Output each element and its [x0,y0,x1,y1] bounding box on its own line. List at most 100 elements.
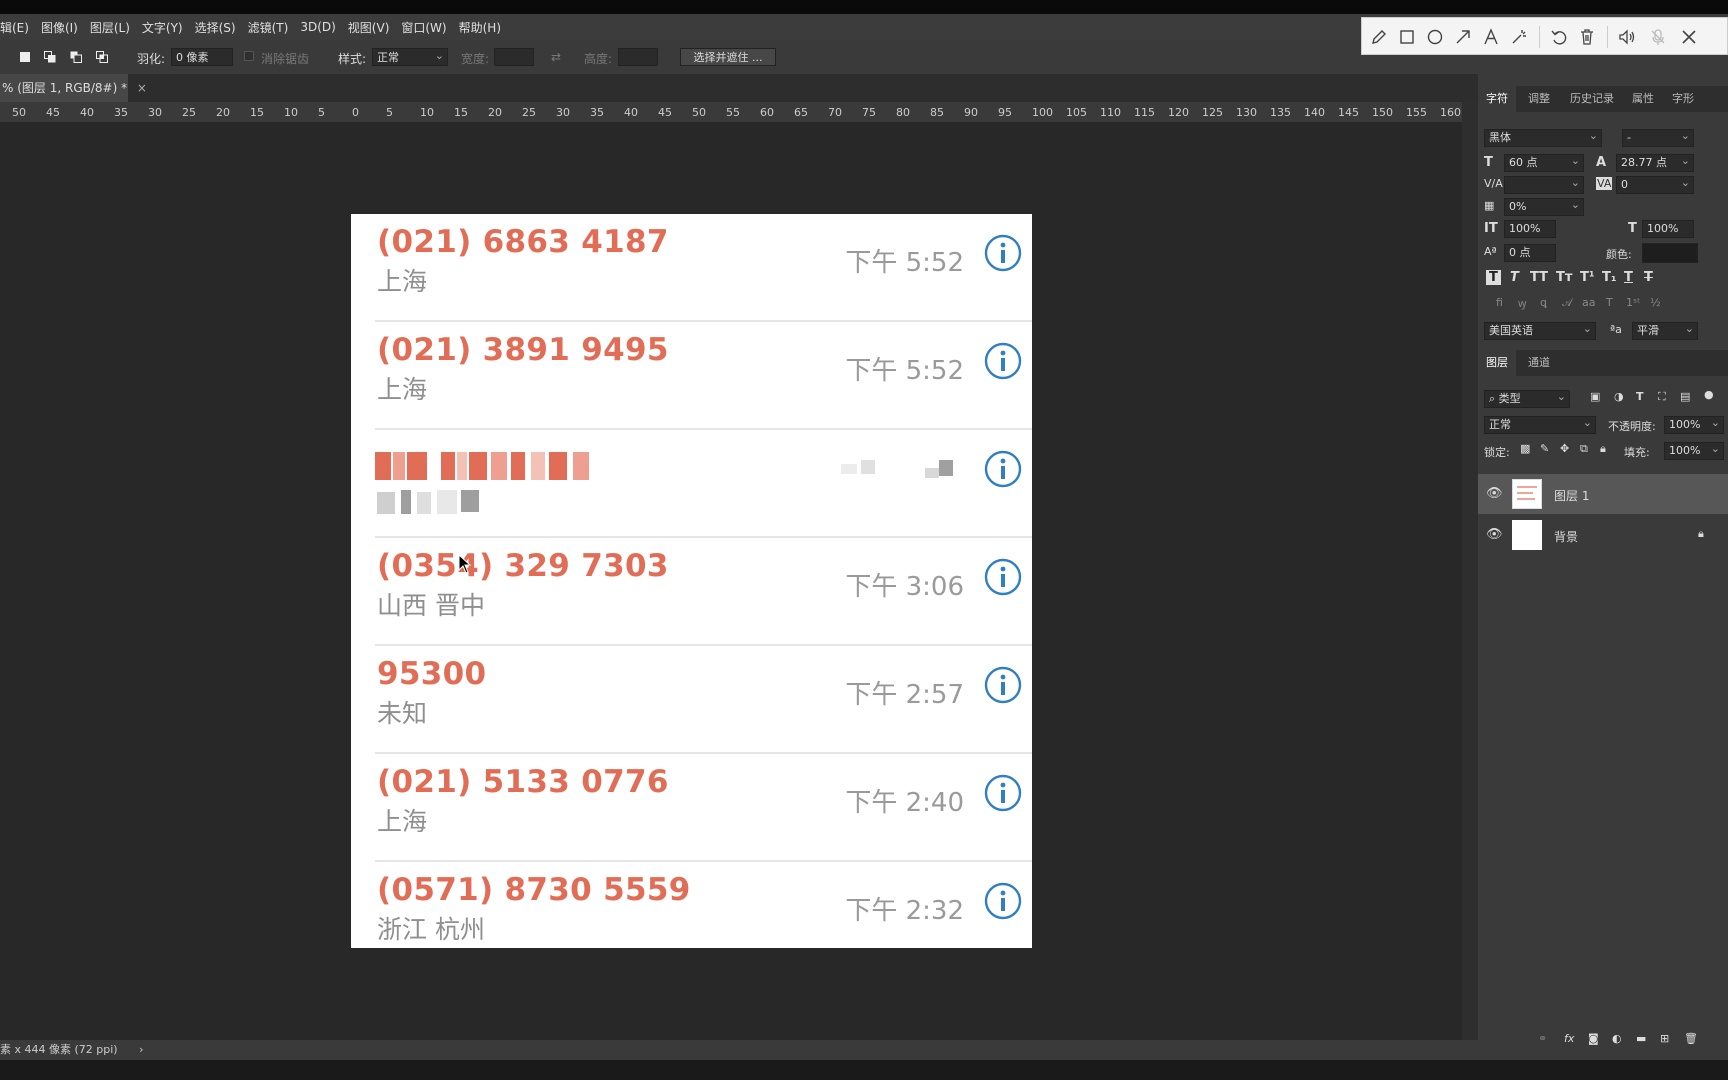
ordinals-icon[interactable]: T [1606,296,1613,309]
menu-3d[interactable]: 3D(D) [300,20,335,34]
link-layers-icon[interactable]: ⚭ [1538,1032,1547,1045]
layer-filter-dropdown[interactable]: ⌕ 类型 [1484,389,1570,408]
menu-view[interactable]: 视图(V) [348,19,390,36]
height-input[interactable] [618,48,658,66]
new-adjustment-icon[interactable]: ◐ [1612,1032,1622,1045]
tab-close-icon[interactable]: × [137,81,147,95]
menu-edit[interactable]: 辑(E) [0,19,29,36]
tab-history[interactable]: 历史记录 [1564,86,1620,112]
menu-layer[interactable]: 图层(L) [90,19,130,36]
filter-toggle-icon[interactable]: ● [1704,388,1714,401]
menu-help[interactable]: 帮助(H) [459,19,501,36]
fx-icon[interactable]: fx [1564,1032,1574,1045]
antialias-checkbox[interactable] [244,51,254,61]
call-list-item[interactable]: (0354) 329 7303 山西 晋中 下午 3:06 [351,538,1032,646]
add-selection-icon[interactable] [44,51,56,63]
call-list-item[interactable]: (021) 3891 9495 上海 下午 5:52 [351,322,1032,430]
delete-layer-icon[interactable]: 🗑︎ [1684,1032,1698,1045]
swap-icon[interactable]: ⇄ [551,50,561,64]
trash-icon[interactable] [1578,28,1596,46]
undo-icon[interactable] [1550,28,1568,46]
info-icon[interactable] [984,450,1022,488]
tab-character[interactable]: 字符 [1478,86,1516,112]
type-filter-icon[interactable]: T [1636,390,1644,403]
menu-window[interactable]: 窗口(W) [401,19,446,36]
shape-filter-icon[interactable]: ⛶ [1658,390,1666,404]
font-style-dropdown[interactable]: - [1622,128,1694,147]
feather-input[interactable]: 0 像素 [171,48,233,66]
info-icon[interactable] [984,774,1022,812]
call-list-item[interactable]: (021) 5133 0776 上海 下午 2:40 [351,754,1032,862]
call-list-item[interactable] [351,430,1032,538]
speaker-icon[interactable] [1618,28,1636,46]
swash-icon[interactable]: ꝗ [1540,296,1547,309]
call-list-item[interactable]: (0571) 8730 5559 浙江 杭州 下午 2:32 [351,862,1032,948]
image-filter-icon[interactable]: ▣ [1590,390,1600,403]
leading-input[interactable]: 28.77 点 [1616,153,1694,172]
lock-all-icon[interactable]: 🔒︎ [1600,442,1606,456]
new-group-icon[interactable]: ▬ [1636,1032,1646,1045]
layer-row-background[interactable]: 👁︎ 背景 🔒︎ [1478,515,1728,555]
new-selection-icon[interactable] [19,51,31,63]
subtract-selection-icon[interactable] [70,51,82,63]
discretionary-ligature-icon[interactable]: ꝡ [1518,296,1527,311]
add-mask-icon[interactable]: ◙ [1588,1032,1599,1045]
microphone-off-icon[interactable] [1649,28,1667,46]
select-and-mask-button[interactable]: 选择并遮住 ... [680,48,776,66]
small-caps-icon[interactable]: Tт [1556,270,1572,285]
document-tab[interactable]: % (图层 1, RGB/8#) * × [0,74,147,102]
lock-pixels-icon[interactable]: ✎ [1540,442,1549,455]
visibility-eye-icon[interactable]: 👁︎ [1486,486,1503,501]
info-icon[interactable] [984,666,1022,704]
superscript-icon[interactable]: T¹ [1580,270,1595,285]
rectangle-icon[interactable] [1398,28,1416,46]
tab-properties[interactable]: 属性 [1626,86,1660,112]
kerning-input[interactable] [1504,175,1584,194]
menu-select[interactable]: 选择(S) [195,19,236,36]
font-family-dropdown[interactable]: 黑体 [1484,128,1602,147]
titling-alternates-icon[interactable]: aa [1582,296,1595,309]
adjustment-filter-icon[interactable]: ◑ [1614,390,1624,403]
text-color-swatch[interactable] [1642,243,1698,263]
all-caps-icon[interactable]: TT [1530,270,1548,285]
antialias-dropdown[interactable]: 平滑 [1632,321,1698,340]
arrow-icon[interactable] [1454,28,1472,46]
tab-glyphs[interactable]: 字形 [1666,86,1700,112]
new-layer-icon[interactable]: ⊞ [1660,1032,1669,1045]
faux-italic-icon[interactable]: T [1510,270,1519,285]
tab-adjustments[interactable]: 调整 [1522,86,1556,112]
blend-mode-dropdown[interactable]: 正常 [1484,415,1596,434]
strikethrough-icon[interactable]: T [1644,270,1653,285]
document-image[interactable]: (021) 6863 4187 上海 下午 5:52 (021) 3891 9495 上… [351,214,1032,948]
style-dropdown[interactable]: 正常 [372,47,448,66]
info-icon[interactable] [984,234,1022,272]
lock-transparency-icon[interactable]: ▩ [1520,442,1530,455]
tracking-input[interactable]: 0 [1616,175,1694,194]
status-arrow-icon[interactable]: › [139,1043,143,1056]
tsume-input[interactable]: 0% [1504,197,1584,216]
fractions-icon[interactable]: ½ [1650,296,1661,309]
visibility-eye-icon[interactable]: 👁︎ [1486,527,1503,542]
width-input[interactable] [494,48,534,66]
layer-row-layer1[interactable]: 👁︎ 图层 1 [1478,474,1728,514]
ligature-icon[interactable]: fi [1496,296,1503,309]
menu-image[interactable]: 图像(I) [41,19,78,36]
close-icon[interactable] [1680,28,1698,46]
menu-filter[interactable]: 滤镜(T) [248,19,289,36]
faux-bold-icon[interactable]: T [1486,270,1501,285]
language-dropdown[interactable]: 美国英语 [1484,321,1596,340]
vertical-scrollbar[interactable] [1462,102,1478,1040]
lock-artboard-icon[interactable]: ⧉ [1580,442,1588,456]
intersect-selection-icon[interactable] [96,51,108,63]
subscript-icon[interactable]: T₁ [1602,270,1617,285]
tab-channels[interactable]: 通道 [1522,350,1556,376]
circle-icon[interactable] [1426,28,1444,46]
info-icon[interactable] [984,882,1022,920]
magic-wand-icon[interactable] [1510,28,1528,46]
fill-input[interactable]: 100% [1664,441,1724,460]
tab-layers[interactable]: 图层 [1478,350,1516,376]
text-icon[interactable] [1482,28,1500,46]
opacity-input[interactable]: 100% [1664,415,1724,434]
info-icon[interactable] [984,558,1022,596]
pencil-icon[interactable] [1370,28,1388,46]
